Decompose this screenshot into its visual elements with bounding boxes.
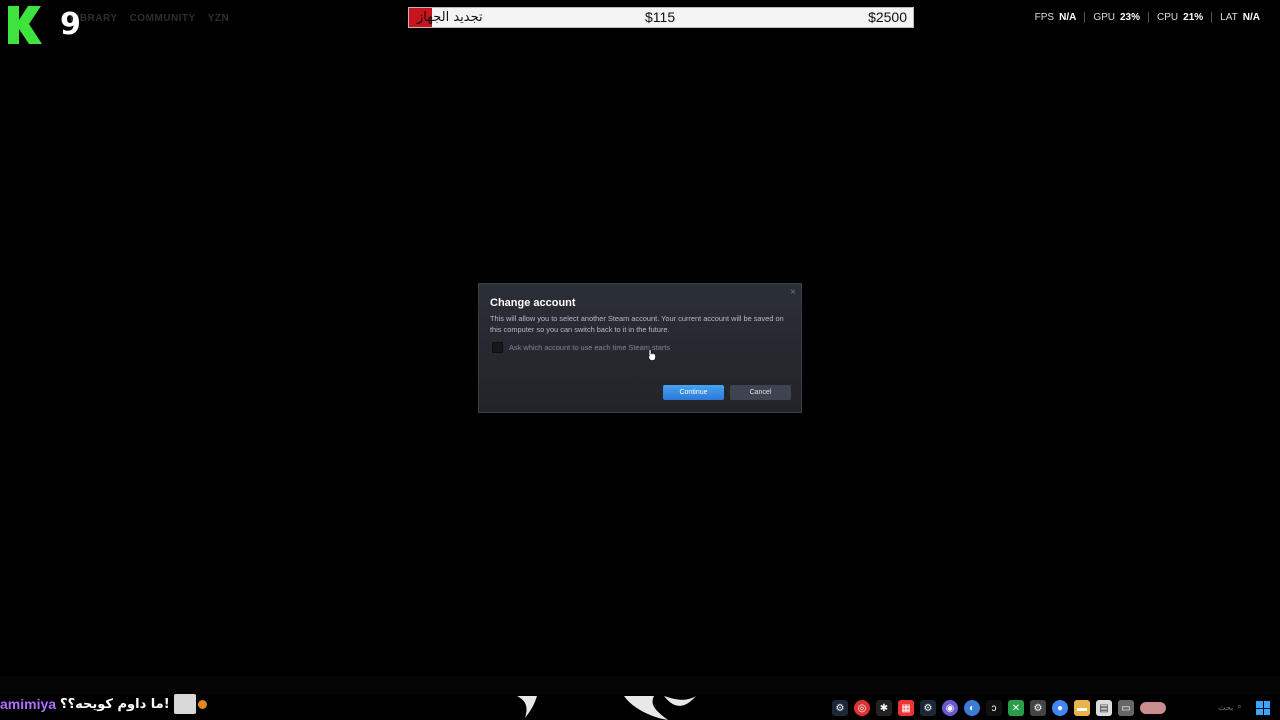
- stat-label: FPS: [1034, 12, 1055, 23]
- terminal-icon[interactable]: ✱: [876, 700, 892, 716]
- nav-community[interactable]: COMMUNITY: [130, 13, 196, 24]
- app-icon[interactable]: ◎: [854, 700, 870, 716]
- windows-start-icon[interactable]: [1256, 701, 1270, 715]
- wisp-decoration-icon: [517, 696, 537, 718]
- stat-fps: FPS N/A: [1027, 12, 1085, 23]
- nav-username[interactable]: YZN: [208, 13, 230, 24]
- chat-icon[interactable]: ◉: [942, 700, 958, 716]
- search-label: بحث: [1218, 702, 1234, 712]
- media-icon[interactable]: ▦: [898, 700, 914, 716]
- xbox-icon[interactable]: ✕: [1008, 700, 1024, 716]
- change-account-dialog: × Change account This will allow you to …: [478, 283, 802, 413]
- profile-pill[interactable]: [1140, 702, 1166, 714]
- stat-value: N/A: [1059, 12, 1077, 23]
- logo-number: 9: [60, 7, 81, 42]
- window-icon[interactable]: ▭: [1118, 700, 1134, 716]
- folder-icon[interactable]: ▬: [1074, 700, 1090, 716]
- steam-nav: LIBRARY COMMUNITY YZN: [70, 13, 229, 24]
- search-icon: ⌕: [1237, 702, 1242, 711]
- stat-gpu: GPU 23%: [1084, 12, 1148, 23]
- close-icon[interactable]: ×: [790, 287, 796, 298]
- chrome-icon[interactable]: ●: [1052, 700, 1068, 716]
- settings-icon[interactable]: ⚙: [1030, 700, 1046, 716]
- steam-footer-shadow: [0, 676, 1280, 694]
- k-letter-icon: [8, 6, 42, 44]
- performance-stats: FPS N/A GPU 23% CPU 21% LAT N/A: [1027, 12, 1268, 23]
- chat-message-text: ما داوم كويحه؟؟!: [60, 696, 170, 712]
- k9-logo: 9: [8, 4, 81, 44]
- browser-icon[interactable]: ◐: [964, 700, 980, 716]
- goal-title: تجديد الجهاز: [417, 10, 483, 25]
- taskbar: ⚙ ◎ ✱ ▦ ⚙ ◉ ◐ ↄ ✕ ⚙ ● ▬ ▤ ▭: [832, 698, 1166, 718]
- ask-account-checkbox[interactable]: [492, 342, 503, 353]
- steam-icon-2[interactable]: ⚙: [920, 700, 936, 716]
- checkbox-label[interactable]: Ask which account to use each time Steam…: [509, 343, 670, 352]
- ask-account-option[interactable]: Ask which account to use each time Steam…: [492, 342, 670, 353]
- dialog-title: Change account: [490, 297, 576, 309]
- goal-target-amount: $2500: [868, 9, 907, 25]
- chat-avatar: [173, 694, 196, 714]
- chat-badge-dot: [197, 699, 207, 709]
- continue-button[interactable]: Continue: [663, 385, 724, 400]
- stat-cpu: CPU 21%: [1148, 12, 1211, 23]
- taskbar-search[interactable]: بحث ⌕: [1218, 702, 1242, 712]
- stat-value: N/A: [1242, 12, 1260, 23]
- stat-label: LAT: [1220, 12, 1238, 23]
- stat-value: 23%: [1120, 12, 1141, 23]
- edge-icon[interactable]: ↄ: [986, 700, 1002, 716]
- dialog-body-text: This will allow you to select another St…: [490, 314, 784, 334]
- chat-username: amimiya: [0, 696, 57, 712]
- wisp-decoration-icon: [624, 696, 696, 720]
- donation-goal-bar: تجديد الجهاز $115 $2500: [408, 7, 914, 28]
- stat-latency: LAT N/A: [1211, 12, 1268, 23]
- steam-icon[interactable]: ⚙: [832, 700, 848, 716]
- stream-chat-message: amimiya ما داوم كويحه؟؟!: [0, 694, 207, 714]
- cancel-button[interactable]: Cancel: [730, 385, 791, 400]
- calendar-icon[interactable]: ▤: [1096, 700, 1112, 716]
- stat-label: CPU: [1157, 12, 1179, 23]
- hand-cursor-icon: [648, 349, 656, 361]
- stat-value: 21%: [1183, 12, 1204, 23]
- goal-current-amount: $115: [645, 9, 676, 25]
- stat-label: GPU: [1093, 12, 1115, 23]
